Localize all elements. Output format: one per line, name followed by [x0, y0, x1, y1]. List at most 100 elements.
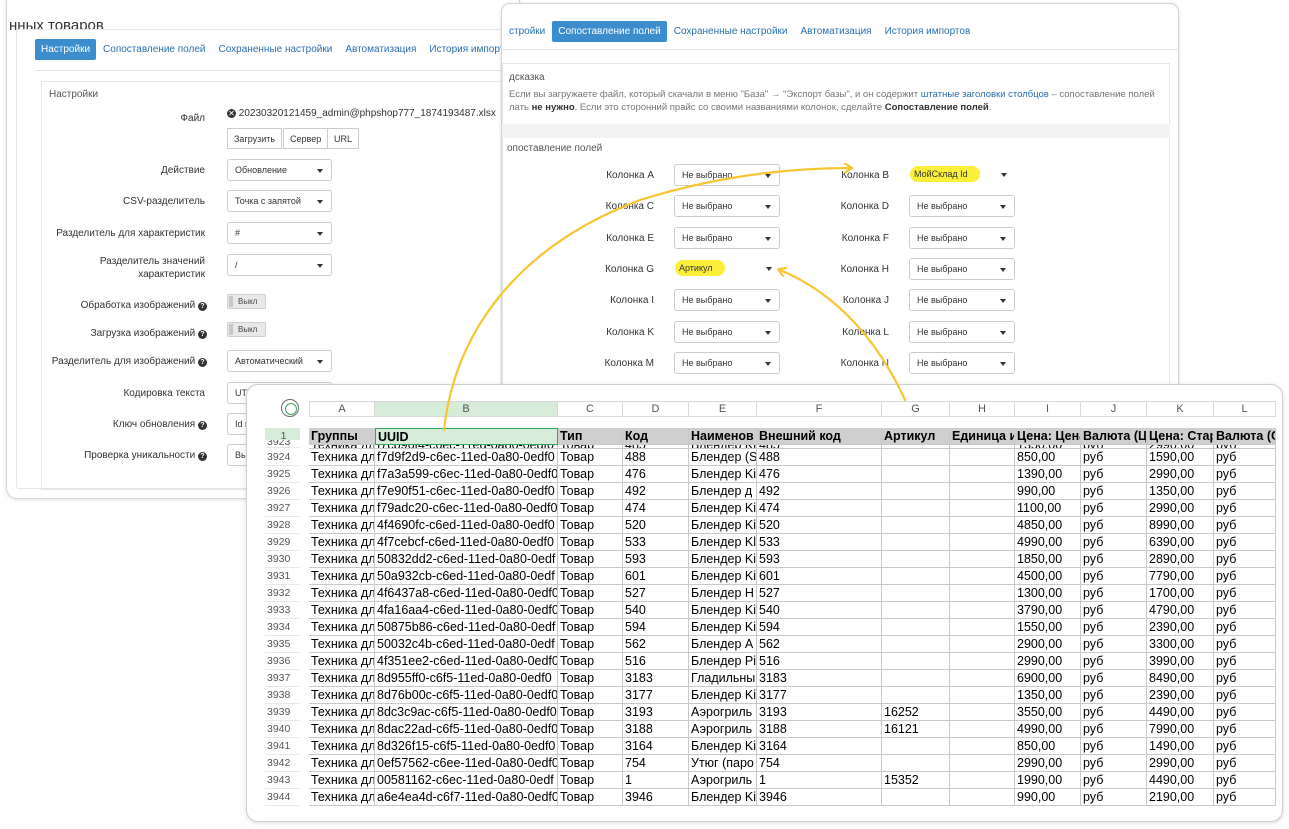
table-cell[interactable]: 3790,00 — [1015, 602, 1081, 619]
row-header[interactable]: 3942 — [265, 755, 300, 772]
table-cell[interactable]: 3177 — [757, 687, 882, 704]
table-cell[interactable]: 7990,00 — [1147, 721, 1214, 738]
table-cell[interactable]: Техника дл — [309, 517, 375, 534]
table-cell[interactable]: руб — [1214, 721, 1276, 738]
table-cell[interactable]: 2890,00 — [1147, 551, 1214, 568]
table-cell[interactable]: 990,00 — [1015, 483, 1081, 500]
table-cell[interactable]: 754 — [623, 755, 689, 772]
table-cell[interactable]: 476 — [757, 466, 882, 483]
row-header[interactable]: 3933 — [265, 602, 300, 619]
table-cell[interactable]: Товар — [558, 568, 623, 585]
table-cell[interactable]: Блендер Ki — [689, 619, 757, 636]
table-cell[interactable] — [882, 755, 950, 772]
table-cell[interactable]: Товар — [558, 534, 623, 551]
table-cell[interactable]: 6390,00 — [1147, 534, 1214, 551]
table-cell[interactable]: 488 — [623, 449, 689, 466]
table-cell[interactable]: Товар — [558, 772, 623, 789]
table-cell[interactable]: руб — [1214, 602, 1276, 619]
column-mapping-select[interactable]: Не выбрано — [674, 164, 780, 186]
table-cell[interactable]: 50832dd2-c6ed-11ed-0a80-0edf — [375, 551, 558, 568]
table-cell[interactable]: 601 — [623, 568, 689, 585]
table-cell[interactable] — [950, 517, 1015, 534]
table-cell[interactable]: 2390,00 — [1147, 619, 1214, 636]
table-cell[interactable]: Товар — [558, 670, 623, 687]
column-mapping-select[interactable]: Не выбрано — [674, 352, 780, 374]
table-cell[interactable]: Техника дл — [309, 636, 375, 653]
row-header[interactable]: 3926 — [265, 483, 300, 500]
table-cell[interactable]: 2990,00 — [1147, 755, 1214, 772]
table-cell[interactable]: 8490,00 — [1147, 670, 1214, 687]
server-button[interactable]: Сервер — [283, 128, 329, 149]
table-cell[interactable]: руб — [1081, 500, 1147, 517]
help-icon[interactable]: ? — [198, 330, 207, 339]
table-cell[interactable]: руб — [1081, 551, 1147, 568]
table-cell[interactable] — [950, 670, 1015, 687]
column-mapping-select[interactable]: Не выбрано — [674, 227, 780, 249]
standard-headers-link[interactable]: штатные заголовки столбцов — [921, 89, 1049, 100]
table-cell[interactable] — [882, 500, 950, 517]
table-cell[interactable] — [882, 619, 950, 636]
table-cell[interactable]: 16121 — [882, 721, 950, 738]
table-cell[interactable]: руб — [1214, 483, 1276, 500]
table-cell[interactable] — [950, 653, 1015, 670]
table-cell[interactable]: руб — [1081, 755, 1147, 772]
tab-settings[interactable]: Настройки — [35, 39, 97, 60]
table-cell[interactable]: Блендер Ki — [689, 500, 757, 517]
table-cell[interactable]: Техника дл — [309, 449, 375, 466]
table-cell[interactable]: Техника дл — [309, 721, 375, 738]
table-cell[interactable]: 4990,00 — [1015, 534, 1081, 551]
table-cell[interactable]: Товар — [558, 449, 623, 466]
table-cell[interactable]: Товар — [558, 466, 623, 483]
column-header[interactable]: H — [950, 401, 1015, 417]
table-cell[interactable]: 8dac22ad-c6f5-11ed-0a80-0edf0 — [375, 721, 558, 738]
table-cell[interactable]: 492 — [757, 483, 882, 500]
table-cell[interactable]: руб — [1081, 602, 1147, 619]
table-cell[interactable]: руб — [1081, 636, 1147, 653]
table-cell[interactable] — [950, 500, 1015, 517]
column-header[interactable]: F — [757, 401, 882, 417]
column-mapping-select[interactable]: Не выбрано — [674, 195, 780, 217]
table-cell[interactable]: 50875b86-c6ed-11ed-0a80-0edf — [375, 619, 558, 636]
column-mapping-select[interactable]: Не выбрано — [674, 321, 780, 343]
table-cell[interactable]: Аэрогриль — [689, 772, 757, 789]
table-cell[interactable]: a6e4ea4d-c6f7-11ed-0a80-0edf0 — [375, 789, 558, 806]
table-cell[interactable]: 00581162-c6ec-11ed-0a80-0edf — [375, 772, 558, 789]
help-icon[interactable]: ? — [198, 452, 207, 461]
table-cell[interactable]: руб — [1214, 534, 1276, 551]
column-mapping-select[interactable]: Не выбрано — [909, 195, 1015, 217]
table-cell[interactable]: 4490,00 — [1147, 704, 1214, 721]
table-cell[interactable]: 4f6437a8-c6ed-11ed-0a80-0edf0 — [375, 585, 558, 602]
header-cell[interactable]: Валюта (Це — [1081, 428, 1147, 445]
table-cell[interactable]: 1550,00 — [1015, 619, 1081, 636]
table-cell[interactable]: 593 — [623, 551, 689, 568]
row-header[interactable]: 3935 — [265, 636, 300, 653]
table-cell[interactable]: Блендер Н — [689, 585, 757, 602]
table-cell[interactable] — [950, 738, 1015, 755]
table-cell[interactable]: Техника дл — [309, 551, 375, 568]
table-cell[interactable] — [882, 670, 950, 687]
table-cell[interactable]: 2390,00 — [1147, 687, 1214, 704]
row-header[interactable]: 3938 — [265, 687, 300, 704]
table-cell[interactable]: руб — [1081, 534, 1147, 551]
table-cell[interactable]: 3164 — [757, 738, 882, 755]
table-cell[interactable]: Техника дл — [309, 755, 375, 772]
table-cell[interactable]: Блендер Kl — [689, 534, 757, 551]
table-cell[interactable]: Блендер А — [689, 636, 757, 653]
table-cell[interactable]: руб — [1214, 687, 1276, 704]
row-header[interactable]: 3939 — [265, 704, 300, 721]
help-icon[interactable]: ? — [198, 358, 207, 367]
table-cell[interactable] — [882, 551, 950, 568]
table-cell[interactable]: 3550,00 — [1015, 704, 1081, 721]
table-cell[interactable] — [950, 636, 1015, 653]
table-cell[interactable] — [950, 789, 1015, 806]
table-cell[interactable]: руб — [1081, 687, 1147, 704]
header-cell[interactable]: Артикул — [882, 428, 950, 445]
table-cell[interactable]: Товар — [558, 704, 623, 721]
table-cell[interactable]: 1 — [623, 772, 689, 789]
table-cell[interactable]: 3193 — [757, 704, 882, 721]
table-cell[interactable] — [950, 755, 1015, 772]
table-cell[interactable]: f79adc20-c6ec-11ed-0a80-0edf0 — [375, 500, 558, 517]
table-cell[interactable]: Блендер Ki — [689, 551, 757, 568]
table-cell[interactable]: 16252 — [882, 704, 950, 721]
table-cell[interactable]: 7790,00 — [1147, 568, 1214, 585]
